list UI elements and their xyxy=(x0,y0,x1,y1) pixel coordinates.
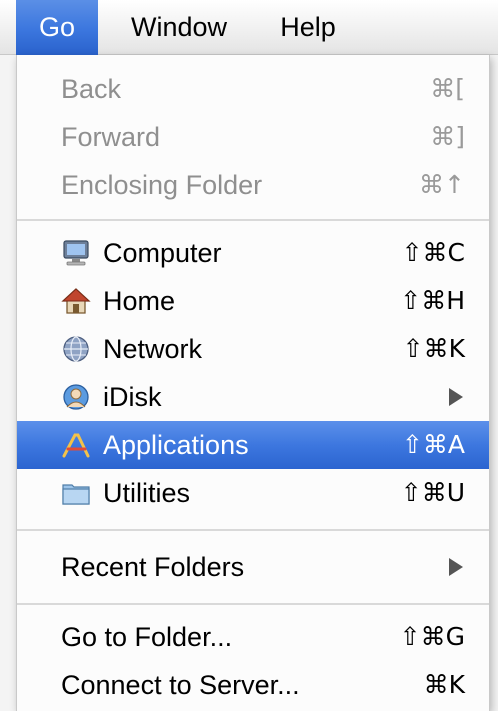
network-icon xyxy=(63,336,89,362)
menu-item-label: Forward xyxy=(61,122,161,152)
menu-item-label: Utilities xyxy=(103,478,191,508)
menu-item-shortcut: ⇧⌘U xyxy=(400,478,465,507)
utilities-folder-icon xyxy=(62,484,90,505)
menu-separator xyxy=(17,603,489,605)
menu-item-label: Applications xyxy=(103,430,249,460)
menu-item-idisk[interactable]: iDisk xyxy=(17,373,489,421)
menubar-window[interactable]: Window xyxy=(106,0,252,55)
menu-item-shortcut: ⌘K xyxy=(423,670,465,699)
menu-item-forward[interactable]: Forward ⌘] xyxy=(17,113,489,161)
menu-item-label: Recent Folders xyxy=(61,552,245,582)
go-menu: Back ⌘[ Forward ⌘] Enclosing Folder ⌘↑ C… xyxy=(16,55,490,711)
menu-separator xyxy=(17,529,489,531)
menu-item-applications[interactable]: Applications ⇧⌘A xyxy=(17,421,489,469)
menu-item-enclosing-folder[interactable]: Enclosing Folder ⌘↑ xyxy=(17,161,489,209)
menu-item-label: Connect to Server... xyxy=(61,670,300,700)
menu-item-shortcut: ⇧⌘H xyxy=(400,286,465,315)
menu-separator xyxy=(17,219,489,221)
idisk-icon xyxy=(63,384,89,410)
computer-icon xyxy=(63,240,89,266)
applications-icon xyxy=(62,433,90,458)
menu-item-shortcut: ⇧⌘A xyxy=(401,430,465,459)
menu-item-label: Back xyxy=(61,74,122,104)
menu-item-recent-folders[interactable]: Recent Folders xyxy=(17,543,489,591)
menu-item-shortcut: ⌘] xyxy=(430,122,465,151)
menu-item-go-to-folder[interactable]: Go to Folder... ⇧⌘G xyxy=(17,613,489,661)
menu-item-label: Computer xyxy=(103,238,222,268)
submenu-arrow-icon xyxy=(449,558,463,576)
screen: Go Window Help Back ⌘[ Forward ⌘] Enclos… xyxy=(0,0,498,711)
menu-item-back[interactable]: Back ⌘[ xyxy=(17,65,489,113)
home-icon xyxy=(61,288,91,314)
menu-item-shortcut: ⇧⌘G xyxy=(399,622,465,651)
menubar-help[interactable]: Help xyxy=(262,0,354,55)
menu-item-label: Home xyxy=(103,286,176,316)
menu-item-label: iDisk xyxy=(103,382,162,412)
menu-item-shortcut: ⇧⌘C xyxy=(401,238,465,267)
menu-item-shortcut: ⌘↑ xyxy=(419,170,465,199)
menu-item-label: Network xyxy=(103,334,203,364)
menu-item-shortcut: ⇧⌘K xyxy=(402,334,465,363)
menu-item-label: Go to Folder... xyxy=(61,622,233,652)
menu-item-utilities[interactable]: Utilities ⇧⌘U xyxy=(17,469,489,517)
submenu-arrow-icon xyxy=(449,388,463,406)
menu-item-shortcut: ⌘[ xyxy=(430,74,465,103)
menu-bar: Go Window Help xyxy=(0,0,498,55)
menu-item-home[interactable]: Home ⇧⌘H xyxy=(17,277,489,325)
menubar-go[interactable]: Go xyxy=(16,0,98,55)
menu-item-label: Enclosing Folder xyxy=(61,170,263,200)
menu-item-connect-to-server[interactable]: Connect to Server... ⌘K xyxy=(17,661,489,709)
menu-item-computer[interactable]: Computer ⇧⌘C xyxy=(17,229,489,277)
menu-item-network[interactable]: Network ⇧⌘K xyxy=(17,325,489,373)
